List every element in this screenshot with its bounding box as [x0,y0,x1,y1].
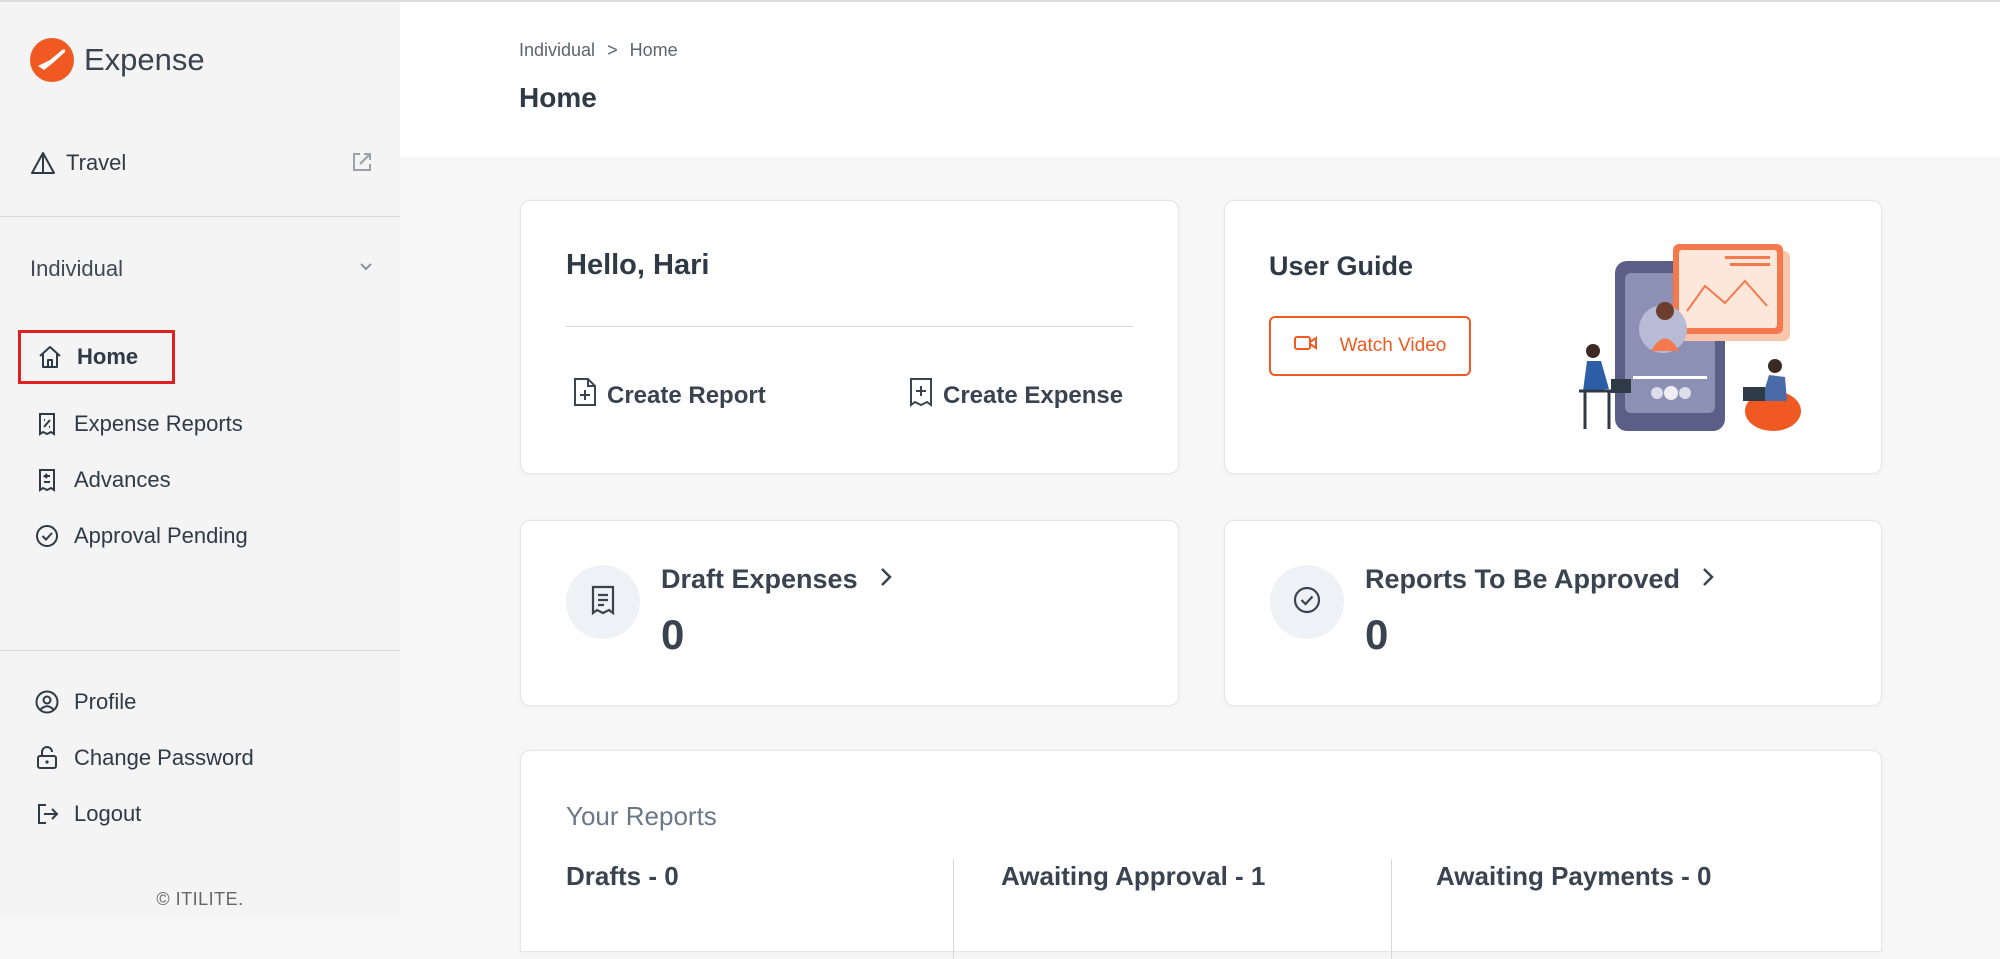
advances-icon [34,467,60,493]
draft-expenses-link[interactable]: Draft Expenses [661,564,894,595]
draft-expenses-count: 0 [661,611,685,658]
user-guide-illustration [1579,244,1801,431]
user-guide-title: User Guide [1269,251,1414,281]
expense-report-icon [34,411,60,437]
chevron-right-icon [878,564,894,595]
section-selector[interactable]: Individual [30,256,376,282]
awaiting-payments-count-link[interactable]: Awaiting Payments - 0 [1436,861,1712,892]
your-reports-title: Your Reports [566,801,717,831]
page-header: Individual > Home Home [400,2,2000,157]
page-title: Home [519,82,597,113]
sidebar-item-label: Logout [74,801,142,826]
sidebar-item-label: Advances [74,467,171,492]
sidebar-item-label: Expense Reports [74,411,243,436]
reports-to-approve-label: Reports To Be Approved [1365,564,1681,594]
reports-to-approve-card[interactable]: Reports To Be Approved 0 [1224,520,1882,706]
sidebar-item-expense-reports[interactable]: Expense Reports [18,396,378,452]
column-divider [953,859,954,959]
sidebar-item-profile[interactable]: Profile [18,674,378,730]
draft-expenses-label: Draft Expenses [661,564,858,594]
sidebar-item-label: Home [77,344,139,369]
logout-icon [34,801,60,827]
breadcrumb-separator: > [607,40,618,60]
brand-logo-icon [30,38,74,82]
drafts-count-link[interactable]: Drafts - 0 [566,861,679,892]
draft-expenses-card[interactable]: Draft Expenses 0 [520,520,1179,706]
receipt-icon [588,584,618,621]
sidebar-item-logout[interactable]: Logout [18,786,378,842]
check-circle-icon [34,523,60,549]
watch-video-button[interactable]: Watch Video [1269,316,1471,376]
create-report-button[interactable]: Create Report [571,377,766,414]
reports-to-approve-count: 0 [1365,611,1389,658]
sidebar-item-change-password[interactable]: Change Password [18,730,378,786]
main-nav: Home Expense Reports Advances Approval P… [18,330,378,564]
your-reports-card: Your Reports Drafts - 0 Awaiting Approva… [520,750,1882,959]
brand[interactable]: Expense [30,38,205,82]
sidebar-item-home[interactable]: Home [18,330,175,384]
hello-card: Hello, Hari Create Report Create Expense [520,200,1179,474]
sidebar-divider [0,650,400,651]
add-file-icon [571,377,599,414]
lock-icon [34,745,60,771]
watch-video-label: Watch Video [1339,335,1447,356]
profile-icon [34,689,60,715]
brand-name: Expense [84,42,205,77]
external-link-icon[interactable] [350,150,376,176]
check-circle-icon [1291,584,1323,621]
card-divider [566,326,1133,327]
user-guide-card: User Guide Watch Video [1224,200,1882,474]
column-divider [1391,859,1392,959]
sidebar-item-label: Profile [74,689,137,714]
chevron-right-icon [1700,564,1716,595]
greeting: Hello, Hari [566,249,710,281]
awaiting-approval-count-link[interactable]: Awaiting Approval - 1 [1001,861,1265,892]
draft-icon-badge [566,565,640,639]
section-label: Individual [30,256,123,281]
breadcrumb-home: Home [629,40,678,60]
create-expense-label: Create Expense [943,381,1124,409]
reports-to-approve-link[interactable]: Reports To Be Approved [1365,564,1716,595]
sidebar-item-approval-pending[interactable]: Approval Pending [18,508,378,564]
create-report-label: Create Report [607,381,766,409]
travel-link[interactable]: Travel [30,150,376,176]
create-expense-button[interactable]: Create Expense [907,377,1123,414]
sidebar-item-label: Approval Pending [74,523,248,548]
sidebar-item-label: Change Password [74,745,254,770]
video-camera-icon [1293,334,1318,358]
sidebar: Expense Travel Individual Home Expense R… [0,2,400,919]
add-receipt-icon [907,377,935,414]
home-icon [37,344,63,370]
travel-label: Travel [66,150,127,175]
sidebar-divider [0,216,400,217]
breadcrumb-individual[interactable]: Individual [519,40,595,61]
sidebar-item-advances[interactable]: Advances [18,452,378,508]
copyright: © ITILITE. [156,889,244,909]
chevron-down-icon [356,256,376,282]
account-nav: Profile Change Password Logout [18,674,378,842]
breadcrumb: Individual > Home [519,40,678,61]
approve-icon-badge [1270,565,1344,639]
travel-icon [30,150,56,176]
